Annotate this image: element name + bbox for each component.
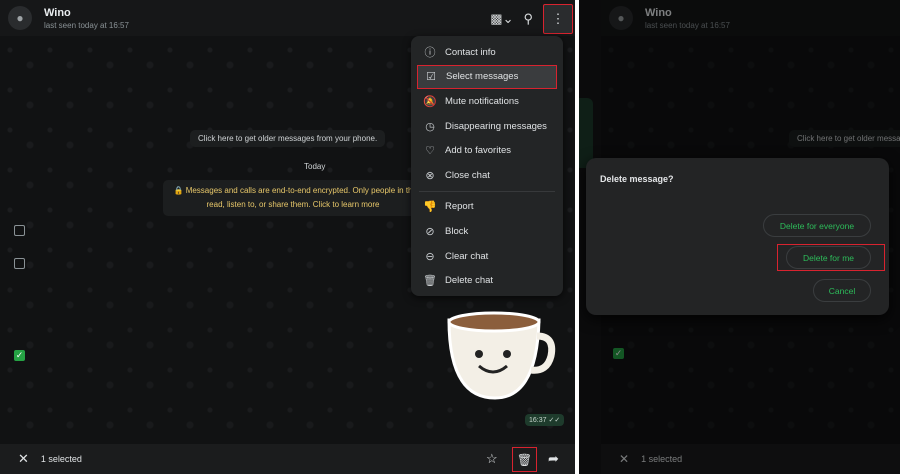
date-divider: Today [304, 162, 326, 171]
close-icon[interactable]: ✕ [18, 451, 29, 467]
trash-icon: 🗑 [423, 275, 437, 288]
menu-item-disappearing-messages[interactable]: ◷ Disappearing messages [411, 114, 563, 139]
menu-item-select-messages[interactable]: ☑ Select messages [417, 64, 557, 90]
contact-name[interactable]: Wino [44, 7, 129, 19]
close-circle-icon: ⊗ [425, 169, 435, 182]
chat-panel-right: ● Wino last seen today at 16:57 Click he… [579, 0, 900, 474]
block-icon: ⊘ [425, 225, 435, 238]
contact-status: last seen today at 16:57 [44, 20, 129, 30]
dialog-title: Delete message? [600, 174, 674, 184]
menu-item-block[interactable]: ⊘ Block [411, 219, 563, 244]
delete-for-everyone-button[interactable]: Delete for everyone [763, 214, 871, 237]
message-checkbox[interactable] [14, 225, 25, 236]
heart-icon: ♡ [425, 145, 435, 158]
search-icon[interactable]: ⚲ [523, 11, 533, 27]
encryption-notice[interactable]: 🔒 Messages and calls are end-to-end encr… [163, 180, 423, 216]
selected-count: 1 selected [40, 454, 82, 464]
selection-bar: ✕ 1 selected ☆ 🗑 ➦ [0, 444, 575, 474]
menu-divider [419, 190, 555, 192]
message-timestamp: 16:37 ✓✓ [525, 414, 565, 426]
menu-item-close-chat[interactable]: ⊗ Close chat [411, 163, 563, 188]
menu-item-delete-chat[interactable]: 🗑 Delete chat [411, 268, 563, 293]
encryption-text-2: read, listen to, or share them. Click to… [206, 200, 380, 209]
menu-item-clear-chat[interactable]: ⊖ Clear chat [411, 244, 563, 269]
menu-button[interactable]: ⋮ [543, 4, 573, 34]
chat-options-menu: ⓘ Contact info ☑ Select messages 🔕 Mute not… [411, 36, 563, 296]
minus-circle-icon: ⊖ [425, 250, 435, 263]
info-icon: ⓘ [424, 47, 436, 60]
menu-item-contact-info[interactable]: ⓘ Contact info [411, 40, 563, 65]
cancel-button[interactable]: Cancel [813, 279, 871, 302]
avatar[interactable]: ● [8, 6, 32, 30]
coffee-cup-sticker [447, 311, 556, 400]
check-square-icon: ☑ [426, 71, 436, 84]
star-icon[interactable]: ☆ [486, 451, 498, 467]
chat-header: ● Wino last seen today at 16:57 ▩⌄ ⚲ ⋮ [0, 0, 575, 36]
forward-icon[interactable]: ➦ [548, 451, 559, 467]
delete-message-dialog: Delete message? Delete for everyone Dele… [586, 158, 889, 315]
video-call-icon[interactable]: ▩⌄ [490, 11, 513, 27]
menu-item-report[interactable]: 👎 Report [411, 195, 563, 220]
delete-for-me-button[interactable]: Delete for me [786, 246, 871, 269]
menu-item-mute-notifications[interactable]: 🔕 Mute notifications [411, 89, 563, 114]
chat-panel-left: ● Wino last seen today at 16:57 ▩⌄ ⚲ ⋮ C… [0, 0, 575, 474]
message-checkbox[interactable] [14, 258, 25, 269]
menu-item-add-to-favorites[interactable]: ♡ Add to favorites [411, 138, 563, 163]
older-messages-link[interactable]: Click here to get older messages from yo… [190, 130, 386, 147]
encryption-text-1: Messages and calls are end-to-end encryp… [185, 186, 413, 195]
delete-button[interactable]: 🗑 [512, 447, 537, 472]
timer-icon: ◷ [425, 120, 435, 133]
bell-off-icon: 🔕 [423, 95, 437, 108]
message-checkbox-checked[interactable]: ✓ [14, 350, 25, 361]
thumbs-down-icon: 👎 [423, 201, 437, 214]
